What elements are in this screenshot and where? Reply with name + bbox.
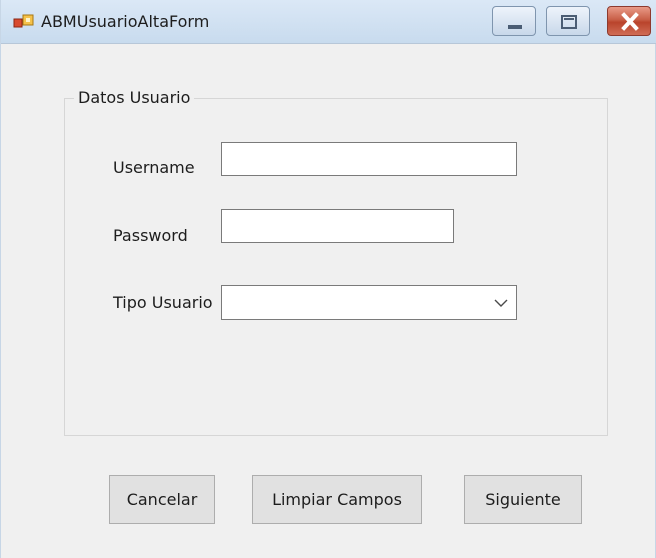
next-button[interactable]: Siguiente — [464, 475, 582, 524]
username-label: Username — [113, 158, 195, 177]
minimize-icon — [508, 25, 522, 29]
cancel-button[interactable]: Cancelar — [109, 475, 215, 524]
chevron-down-icon[interactable] — [494, 298, 508, 308]
user-type-select[interactable] — [221, 285, 517, 320]
username-input[interactable] — [221, 142, 517, 176]
close-button[interactable] — [607, 6, 651, 36]
password-label: Password — [113, 226, 188, 245]
password-input[interactable] — [221, 209, 454, 243]
clear-fields-button[interactable]: Limpiar Campos — [252, 475, 422, 524]
app-icon — [13, 13, 35, 31]
title-bar[interactable]: ABMUsuarioAltaForm — [1, 0, 656, 44]
maximize-button[interactable] — [546, 6, 590, 36]
window-title: ABMUsuarioAltaForm — [41, 12, 210, 31]
groupbox-title: Datos Usuario — [74, 87, 195, 109]
maximize-icon — [561, 15, 577, 29]
close-icon — [621, 12, 639, 31]
user-type-label: Tipo Usuario — [113, 293, 213, 312]
main-window: ABMUsuarioAltaForm Datos Usuario Usernam… — [0, 0, 656, 558]
minimize-button[interactable] — [492, 6, 536, 36]
